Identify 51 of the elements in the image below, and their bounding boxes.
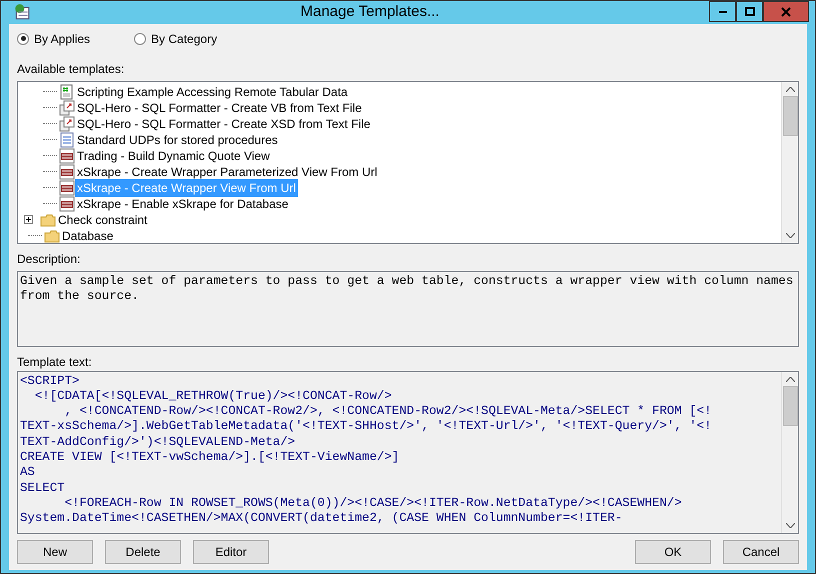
radio-option[interactable]: By Applies <box>17 30 90 48</box>
maximize-button[interactable] <box>736 1 763 22</box>
section-label: Available templates: <box>17 60 126 78</box>
minimize-button[interactable] <box>709 1 736 22</box>
tree-item[interactable]: Database <box>60 226 116 242</box>
script-file-icon <box>59 84 75 100</box>
tree-item[interactable]: Trading - Build Dynamic Quote View <box>75 146 272 164</box>
document-icon <box>59 132 75 148</box>
app-icon <box>13 3 31 22</box>
code-line: TEXT-xsSchema/>].WebGetTableMetadata('<!TEXT-SHHost/>', '<!TEXT-Url/>', '<!TEXT-Query/>', '<! <box>20 419 713 435</box>
maximize-icon <box>744 6 754 16</box>
expand-icon[interactable] <box>24 215 33 224</box>
sql-file-icon <box>59 148 75 164</box>
section-label: Template text: <box>17 354 93 370</box>
code-line: TEXT-AddConfig/>')<!SQLEVALEND-Meta/> <box>20 434 296 450</box>
folder-icon <box>40 212 56 228</box>
code-line: , <!CONCATEND-Row/><!CONCAT-Row2/>, <!CONCATEND-Row2/><!SQLEVAL-Meta/>SELECT * FROM [<! <box>64 404 713 420</box>
sql-file-icon <box>59 164 75 180</box>
tree-item[interactable]: xSkrape - Enable xSkrape for Database <box>75 194 290 212</box>
minimize-icon <box>718 10 726 12</box>
sql-file-icon <box>59 196 75 212</box>
close-button[interactable] <box>763 1 809 22</box>
dialog-button[interactable]: OK <box>635 540 711 564</box>
scrollbar-thumb[interactable] <box>782 386 798 426</box>
code-line: <!FOREACH-Row IN ROWSET_ROWS(Meta(0))/><!CASE/><!ITER-Row.NetDataType/><!CASEWHEN/> <box>64 496 683 512</box>
tree-item[interactable]: xSkrape - Create Wrapper Parameterized View From Url <box>75 162 380 180</box>
dialog-button[interactable]: New <box>17 540 93 564</box>
section-label: Description: <box>17 250 82 268</box>
dialog-button[interactable]: Delete <box>105 540 181 564</box>
code-line: <![CDATA[<!SQLEVAL_RETHROW(True)/><!CONCAT-Row/> <box>34 388 393 404</box>
dialog-button[interactable]: Editor <box>193 540 269 564</box>
tree-item[interactable]: SQL-Hero - SQL Formatter - Create VB from Text File <box>75 98 364 116</box>
description-box: Given a sample set of parameters to pass to get a web table, constructs a wrapper view with column names from the source. <box>17 270 799 346</box>
shortcut-file-icon <box>59 100 75 116</box>
tree-item[interactable]: Scripting Example Accessing Remote Tabular Data <box>75 82 350 100</box>
code-line: CREATE VIEW [<!TEXT-vwSchema/>].[<!TEXT-ViewName/>] <box>20 450 400 466</box>
window-title: Manage Templates... <box>300 2 440 22</box>
scrollbar-thumb[interactable] <box>782 96 798 136</box>
sql-file-icon <box>59 180 75 196</box>
dialog-button[interactable]: Cancel <box>723 540 799 564</box>
tree-item[interactable]: Check constraint <box>56 210 150 228</box>
tree-item[interactable]: Standard UDPs for stored procedures <box>75 130 280 148</box>
tree-item[interactable]: SQL-Hero - SQL Formatter - Create XSD from Text File <box>75 114 372 132</box>
code-line: System.DateTime<!CASETHEN/>MAX(CONVERT(datetime2, (CASE WHEN ColumnNumber=<!ITER- <box>20 511 624 526</box>
folder-icon <box>44 228 60 242</box>
close-icon <box>781 6 791 16</box>
radio-option[interactable]: By Category <box>134 30 218 48</box>
code-line: SELECT <box>20 480 66 496</box>
code-line: <SCRIPT> <box>20 374 80 389</box>
shortcut-file-icon <box>59 116 75 132</box>
code-line: AS <box>20 465 36 481</box>
